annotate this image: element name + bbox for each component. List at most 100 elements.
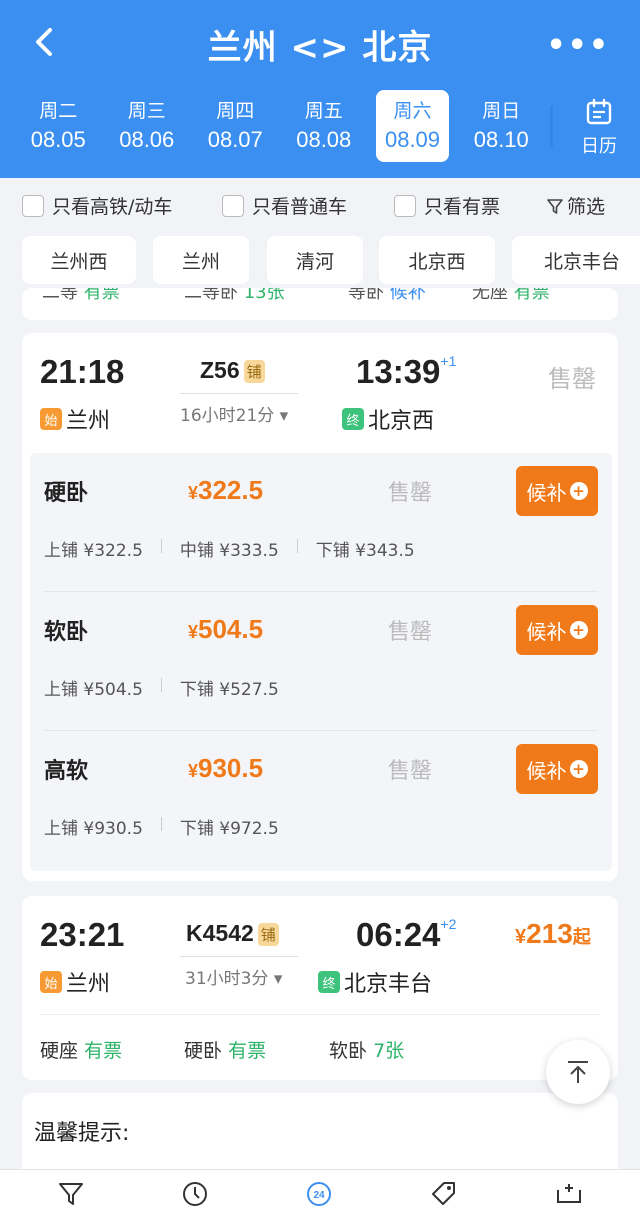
24h-icon[interactable]: 24 xyxy=(304,1178,334,1207)
berth-price: 上铺 ¥322.5 xyxy=(44,541,143,561)
header: 兰州 <> 北京 ••• 周二 08.05 周三 08.06 周四 08.07 … xyxy=(0,0,640,178)
weekday-label: 周六 xyxy=(393,100,432,122)
date-label: 08.06 xyxy=(119,127,175,152)
seat-row-hard-sleeper: 硬卧 ¥322.5 售罄 候补 + 上铺 ¥322.5 中铺 ¥333.5 下铺 … xyxy=(30,453,612,592)
duration-text: 31小时3分 xyxy=(185,969,269,989)
depart-time: 21:18 xyxy=(40,353,125,390)
available-only-checkbox[interactable]: 只看有票 xyxy=(394,192,500,219)
train-number: Z56 铺 xyxy=(200,357,265,384)
waitlist-button[interactable]: 候补 + xyxy=(516,744,598,794)
date-tab[interactable]: 周五 08.08 xyxy=(280,90,369,162)
station-chip[interactable]: 兰州西 xyxy=(22,236,136,284)
filter-label: 筛选 xyxy=(567,196,606,218)
train-number-text: K4542 xyxy=(186,920,254,946)
berth-price: 下铺 ¥343.5 xyxy=(315,541,415,561)
seat-price: ¥930.5 xyxy=(188,753,264,783)
divider xyxy=(550,106,553,148)
train-number-text: Z56 xyxy=(200,357,240,383)
berth-price: 中铺 ¥333.5 xyxy=(179,541,279,561)
lowest-price: ¥213起 xyxy=(515,918,591,949)
dropdown-triangle-icon: ▾ xyxy=(279,406,289,426)
plus-icon: + xyxy=(569,760,588,778)
date-tabs: 周二 08.05 周三 08.06 周四 08.07 周五 08.08 周六 0… xyxy=(14,90,546,162)
bottom-tab-bar: 24 xyxy=(0,1169,640,1207)
station-chip[interactable]: 兰州 xyxy=(153,236,249,284)
date-label: 08.09 xyxy=(384,127,441,152)
arrive-time-text: 06:24 xyxy=(356,916,441,953)
seat-type: 硬座 xyxy=(40,1040,79,1062)
origin-badge: 始 xyxy=(40,408,62,430)
station-chip[interactable]: 北京西 xyxy=(379,236,495,284)
seat-status: 售罄 xyxy=(388,620,433,645)
date-tab[interactable]: 周四 08.07 xyxy=(191,90,280,162)
checkbox-label: 只看高铁/动车 xyxy=(52,196,173,218)
back-to-top-button[interactable] xyxy=(546,1040,610,1104)
station-filter-row: 兰州西 兰州 清河 北京西 北京丰台 xyxy=(0,232,640,288)
seat-type: 高软 xyxy=(44,759,89,784)
berth-price: 上铺 ¥504.5 xyxy=(44,680,143,700)
calendar-icon xyxy=(586,98,612,125)
station-chip[interactable]: 清河 xyxy=(267,236,363,284)
train-card-k4542[interactable]: 23:21 K4542 铺 31小时3分 ▾ 06:24+2 ¥213起 始兰州 … xyxy=(22,896,618,1080)
calendar-button[interactable]: 日历 xyxy=(576,98,622,158)
seat-price: ¥504.5 xyxy=(188,614,264,644)
filter-button[interactable]: 筛选 xyxy=(546,192,605,219)
seat-availability: 无座 有票 xyxy=(472,288,550,303)
train-card-z56[interactable]: 21:18 Z56 铺 16小时21分 ▾ 13:39+1 售罄 始兰州 终北京西… xyxy=(22,333,618,881)
more-menu-icon[interactable]: ••• xyxy=(546,28,610,63)
date-tab[interactable]: 周日 08.10 xyxy=(457,90,546,162)
seat-price: ¥322.5 xyxy=(188,475,264,505)
date-tab[interactable]: 周三 08.06 xyxy=(103,90,192,162)
waitlist-button[interactable]: 候补 + xyxy=(516,466,598,516)
filter-icon[interactable] xyxy=(56,1178,86,1207)
price-suffix: 起 xyxy=(572,927,591,947)
seat-count: 有票 xyxy=(228,1040,267,1062)
waitlist-label: 候补 xyxy=(526,480,567,505)
regular-train-checkbox[interactable]: 只看普通车 xyxy=(222,192,347,219)
seat-add-icon[interactable] xyxy=(554,1178,584,1207)
duration-toggle[interactable]: 31小时3分 ▾ xyxy=(185,964,282,989)
date-tab[interactable]: 周二 08.05 xyxy=(14,90,103,162)
date-label: 08.05 xyxy=(30,127,86,152)
checkbox-box xyxy=(394,194,416,217)
station-chip[interactable]: 北京丰台 xyxy=(512,236,640,284)
berth-price: 下铺 ¥527.5 xyxy=(179,680,279,700)
seat-availability: 软卧 7张 xyxy=(329,1036,404,1063)
to-station: 终北京丰台 xyxy=(318,966,432,998)
duration-toggle[interactable]: 16小时21分 ▾ xyxy=(180,401,288,426)
berth-price: 上铺 ¥930.5 xyxy=(44,819,143,839)
seat-availability: 二等 有票 xyxy=(42,288,120,303)
divider xyxy=(160,817,162,831)
tag-icon[interactable] xyxy=(428,1178,458,1207)
from-station-name: 兰州 xyxy=(66,409,111,434)
duration-line xyxy=(180,393,298,394)
waitlist-button[interactable]: 候补 + xyxy=(516,605,598,655)
arrive-time-text: 13:39 xyxy=(356,353,441,390)
sleeper-badge: 铺 xyxy=(257,923,279,947)
train-number: K4542 铺 xyxy=(186,920,279,947)
seat-type: 软卧 xyxy=(44,620,89,645)
sleeper-badge: 铺 xyxy=(243,360,265,384)
divider xyxy=(160,678,162,692)
day-offset: +2 xyxy=(440,916,457,932)
duration-text: 16小时21分 xyxy=(180,406,275,426)
berth-prices: 上铺 ¥930.5 下铺 ¥972.5 xyxy=(44,814,279,839)
date-tab-selected[interactable]: 周六 08.09 xyxy=(376,90,449,162)
clock-icon[interactable] xyxy=(180,1178,210,1207)
from-station-name: 兰州 xyxy=(66,972,111,997)
high-speed-checkbox[interactable]: 只看高铁/动车 xyxy=(22,192,172,219)
weekday-label: 周四 xyxy=(216,100,255,122)
day-offset: +1 xyxy=(440,353,457,369)
svg-text:24: 24 xyxy=(313,1190,325,1201)
from-station: 始兰州 xyxy=(40,966,110,998)
berth-prices: 上铺 ¥322.5 中铺 ¥333.5 下铺 ¥343.5 xyxy=(44,536,415,561)
to-station-name: 北京丰台 xyxy=(344,972,433,997)
terminal-badge: 终 xyxy=(318,971,340,993)
seat-panel: 硬卧 ¥322.5 售罄 候补 + 上铺 ¥322.5 中铺 ¥333.5 下铺 … xyxy=(30,453,612,871)
filter-icon xyxy=(547,198,563,214)
checkbox-label: 只看普通车 xyxy=(252,196,348,218)
berth-price: 下铺 ¥972.5 xyxy=(179,819,279,839)
seat-type: 硬卧 xyxy=(184,1040,223,1062)
terminal-badge: 终 xyxy=(342,408,364,430)
train-card-partial[interactable]: 二等 有票 二等卧 13张 等卧 候补 无座 有票 xyxy=(22,288,618,320)
